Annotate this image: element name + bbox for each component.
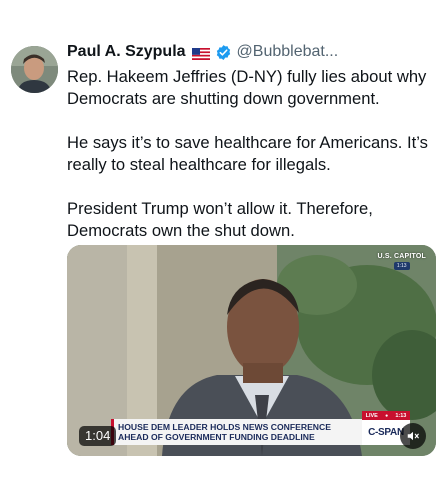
video-player[interactable]: U.S. CAPITOL 1:13 HOUSE DEM LEADER HOLDS… [67,245,436,456]
live-label: LIVE [365,412,378,419]
author-handle[interactable]: @Bubblebat... [237,42,339,62]
avatar[interactable] [11,46,58,93]
location-bug-time: 1:13 [393,262,410,270]
tweet-header: Paul A. Szypula @Bubblebat... [67,42,436,62]
live-time: 1:13 [395,412,407,419]
news-chyron: HOUSE DEM LEADER HOLDS NEWS CONFERENCE A… [111,419,362,445]
live-indicator: LIVE ● 1:13 [362,411,410,420]
tweet-paragraph: Rep. Hakeem Jeffries (D-NY) fully lies a… [67,67,427,108]
chyron-line: AHEAD OF GOVERNMENT FUNDING DEADLINE [118,432,315,442]
tweet-paragraph: President Trump won’t allow it. Therefor… [67,199,373,240]
author-display-name[interactable]: Paul A. Szypula [67,42,186,62]
live-dot-icon: ● [385,412,389,419]
speaker-muted-icon [407,431,419,441]
us-flag-icon [191,46,210,60]
tweet-paragraph: He says it’s to save healthcare for Amer… [67,133,428,174]
chyron-line: HOUSE DEM LEADER HOLDS NEWS CONFERENCE [118,422,331,432]
verified-badge-icon [215,44,232,61]
location-bug-title: U.S. CAPITOL [377,253,426,260]
video-duration: 1:04 [79,426,117,446]
tweet-text: Rep. Hakeem Jeffries (D-NY) fully lies a… [67,66,437,242]
location-bug: U.S. CAPITOL 1:13 [377,253,426,270]
mute-button[interactable] [400,423,426,449]
